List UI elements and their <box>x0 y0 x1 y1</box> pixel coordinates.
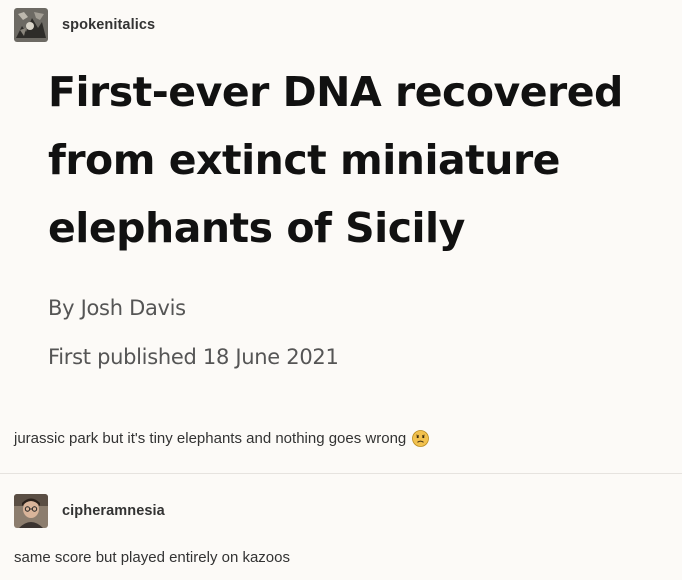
post-divider <box>0 473 682 474</box>
article-publish-date: First published 18 June 2021 <box>48 345 339 369</box>
reblog-comment-1: jurassic park but it's tiny elephants an… <box>14 430 430 447</box>
username-cipheramnesia[interactable]: cipheramnesia <box>62 503 165 519</box>
worried-face-emoji-icon <box>412 430 430 447</box>
user-row-cipheramnesia: cipheramnesia <box>14 494 165 528</box>
article-byline: By Josh Davis <box>48 296 186 320</box>
username-spokenitalics[interactable]: spokenitalics <box>62 17 155 33</box>
comment-text-1: jurassic park but it's tiny elephants an… <box>14 430 407 447</box>
comment-text-2: same score but played entirely on kazoos <box>14 549 290 566</box>
avatar-spokenitalics[interactable] <box>14 8 48 42</box>
article-screenshot: First-ever DNA recovered from extinct mi… <box>0 58 648 369</box>
avatar-cipheramnesia[interactable] <box>14 494 48 528</box>
reblog-comment-2: same score but played entirely on kazoos <box>14 549 290 566</box>
user-row-spokenitalics: spokenitalics <box>14 8 155 42</box>
article-headline: First-ever DNA recovered from extinct mi… <box>48 68 623 252</box>
